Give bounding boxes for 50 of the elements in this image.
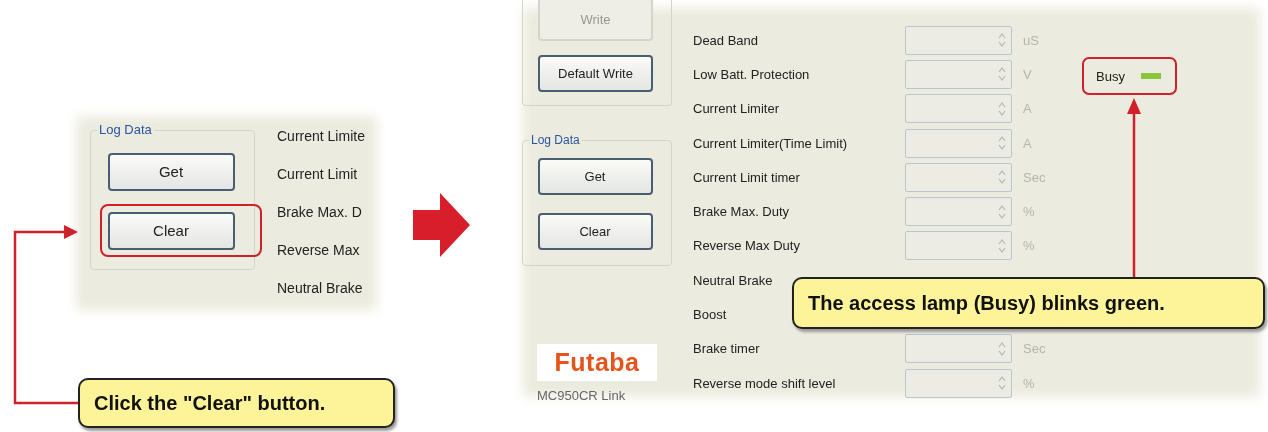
spin-field[interactable] <box>905 162 1012 192</box>
next-step-arrow <box>413 193 470 257</box>
callout-note: Click the "Clear" button. <box>78 378 395 428</box>
app-name: MC950CR Link <box>537 388 627 403</box>
setting-label: Current Limit timer <box>693 169 801 185</box>
log-button[interactable]: Get <box>537 157 653 195</box>
spin-field[interactable] <box>905 59 1012 89</box>
spin-arrows-icon <box>998 135 1006 152</box>
setting-label: Brake timer <box>693 341 761 357</box>
group-title: Log Data <box>529 132 582 148</box>
setting-label: Current Limit <box>277 165 359 184</box>
setting-label: Neutral Brake <box>693 272 774 288</box>
spin-arrows-icon <box>998 375 1006 392</box>
brand-logo: Futaba <box>537 344 657 381</box>
spin-arrows-icon <box>998 340 1006 357</box>
setting-label: Neutral Brake <box>277 279 364 298</box>
spin-field[interactable] <box>905 94 1012 124</box>
group-title: Log Data <box>97 122 154 138</box>
spin-arrows-icon <box>998 100 1006 117</box>
spin-arrows-icon <box>998 66 1006 83</box>
setting-label: Brake Max. D <box>277 203 363 222</box>
spin-field[interactable] <box>905 25 1012 55</box>
setting-label: Reverse Max <box>277 241 361 260</box>
spin-arrows-icon <box>998 237 1006 254</box>
setting-label: Dead Band <box>693 32 760 48</box>
setting-label: Current Limiter <box>693 101 780 117</box>
unit-label: % <box>1022 375 1036 391</box>
setting-label: Reverse Max Duty <box>693 238 801 254</box>
log-button[interactable]: Clear <box>107 211 235 250</box>
spin-field[interactable] <box>905 334 1012 364</box>
setting-label: Current Limite <box>277 127 365 146</box>
unit-label: % <box>1022 238 1036 254</box>
unit-label: % <box>1022 204 1036 220</box>
setting-label: Reverse mode shift level <box>693 375 837 391</box>
setting-label: Current Limiter(Time Limit) <box>693 135 849 151</box>
spin-field[interactable] <box>905 197 1012 227</box>
busy-label: Busy <box>1096 68 1125 84</box>
write-button[interactable]: Default Write <box>538 55 653 92</box>
log-button[interactable]: Clear <box>537 212 653 250</box>
setting-label: Boost <box>693 307 728 322</box>
spin-arrows-icon <box>998 32 1006 49</box>
spin-field[interactable] <box>905 231 1012 261</box>
setting-label: Brake Max. Duty <box>693 204 791 220</box>
setting-label: Low Batt. Protection <box>693 66 811 82</box>
spin-arrows-icon <box>998 169 1006 186</box>
spin-arrows-icon <box>998 203 1006 220</box>
spin-field[interactable] <box>905 368 1012 398</box>
log-button[interactable]: Get <box>107 152 235 191</box>
spin-field[interactable] <box>905 128 1012 158</box>
callout-note: The access lamp (Busy) blinks green. <box>792 277 1265 329</box>
